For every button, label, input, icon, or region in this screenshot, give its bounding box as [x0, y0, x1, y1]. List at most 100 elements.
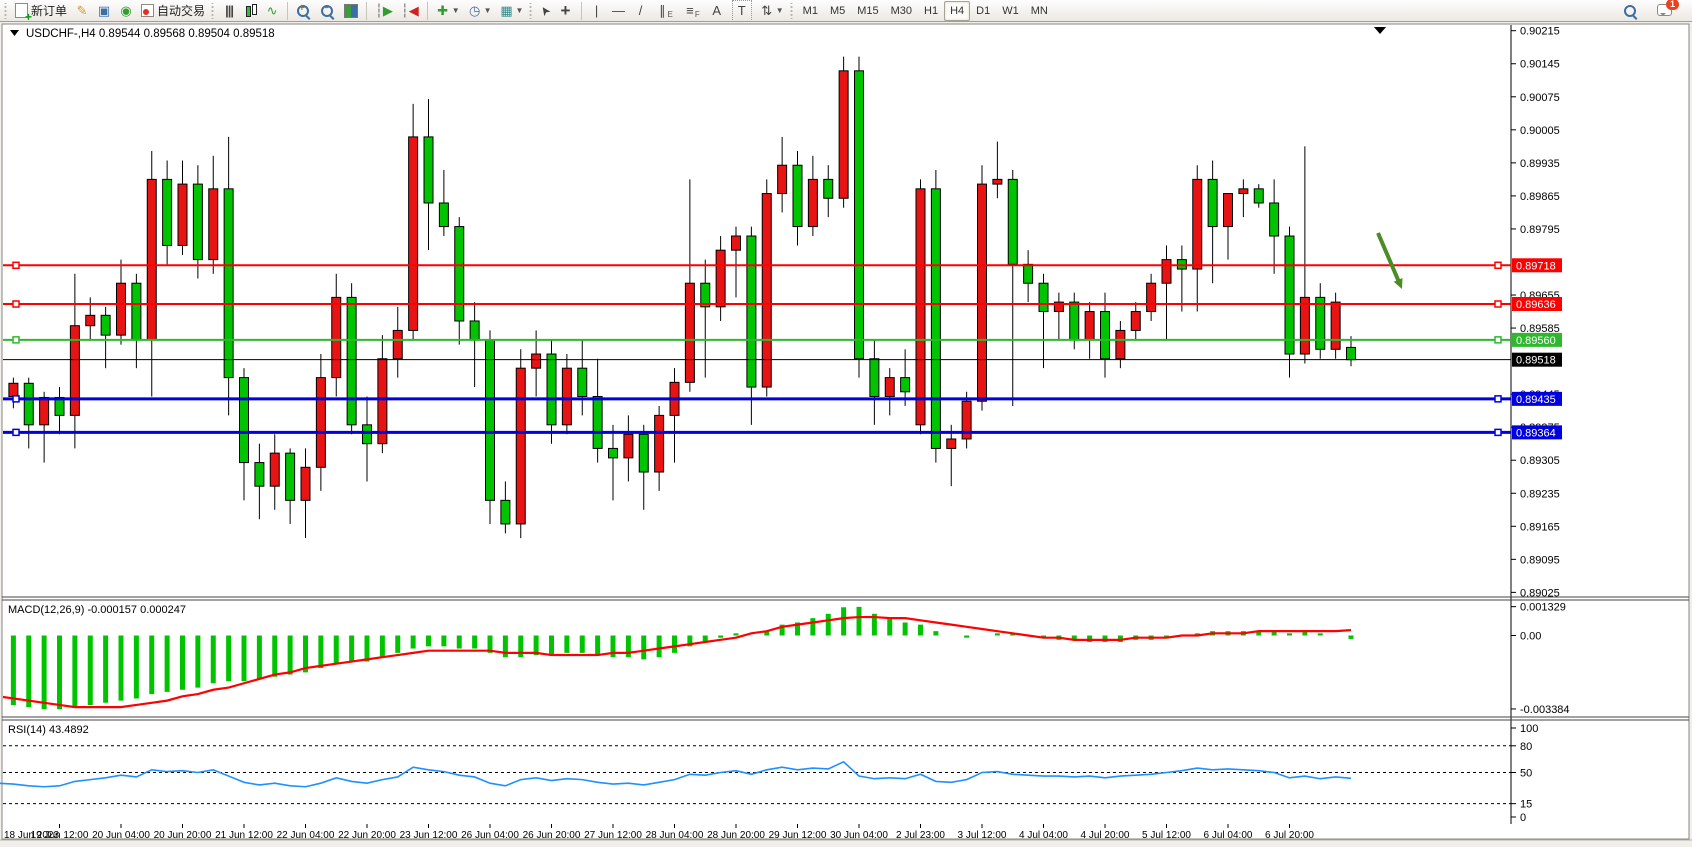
toolbar-grip[interactable] — [528, 3, 533, 19]
timeframe-m1-button[interactable]: M1 — [797, 1, 824, 21]
chart-shift-button[interactable]: ┆◀ — [397, 0, 423, 22]
timeframe-toolbar: M1M5M15M30H1H4D1W1MN — [797, 1, 1054, 21]
autotrading-button[interactable]: 自动交易 — [137, 0, 209, 22]
charts-window-icon: ▣ — [97, 1, 111, 21]
svg-text:0.89235: 0.89235 — [1520, 488, 1560, 500]
svg-text:0.89095: 0.89095 — [1520, 554, 1560, 566]
line-chart-icon: ∿ — [265, 1, 279, 21]
arrows-icon: ⇅ — [760, 1, 774, 21]
svg-text:0.89795: 0.89795 — [1520, 224, 1560, 236]
zoom-out-button[interactable]: − — [316, 0, 340, 22]
chart-window[interactable]: 0.902150.901450.900750.900050.899350.898… — [0, 22, 1692, 847]
chevron-down-icon: ▼ — [484, 6, 492, 15]
auto-scroll-button[interactable]: ┆▶ — [371, 0, 397, 22]
toolbar-grip[interactable] — [210, 3, 215, 19]
svg-text:26 Jun 04:00: 26 Jun 04:00 — [461, 830, 519, 841]
svg-text:20 Jun 20:00: 20 Jun 20:00 — [154, 830, 212, 841]
crosshair-icon: + — [559, 1, 573, 21]
hline-button[interactable]: — — [608, 0, 630, 22]
svg-text:0.89560: 0.89560 — [1516, 335, 1556, 347]
crosshair-button[interactable]: + — [555, 0, 577, 22]
svg-text:15: 15 — [1520, 799, 1532, 811]
svg-text:0.89718: 0.89718 — [1516, 260, 1556, 272]
toolbar-grip[interactable] — [789, 3, 794, 19]
charts-window-button[interactable]: ▣ — [93, 0, 115, 22]
svg-text:100: 100 — [1520, 723, 1538, 735]
autotrading-label: 自动交易 — [157, 2, 205, 19]
search-button[interactable] — [1619, 0, 1643, 22]
timeframe-m15-button[interactable]: M15 — [851, 1, 884, 21]
chevron-down-icon: ▼ — [516, 6, 524, 15]
svg-text:0.90075: 0.90075 — [1520, 92, 1560, 104]
chevron-down-icon: ▼ — [452, 6, 460, 15]
svg-text:29 Jun 12:00: 29 Jun 12:00 — [769, 830, 827, 841]
svg-text:0.89518: 0.89518 — [1516, 355, 1556, 367]
vline-button[interactable]: | — [586, 0, 608, 22]
quotes-button[interactable]: ✎ — [71, 0, 93, 22]
fibonacci-button[interactable]: ≡F — [679, 0, 706, 22]
toolbar-separator — [427, 2, 428, 20]
svg-text:22 Jun 04:00: 22 Jun 04:00 — [277, 830, 335, 841]
trendline-button[interactable]: / — [630, 0, 652, 22]
signals-button[interactable]: ◉ — [115, 0, 137, 22]
toolbar-separator — [581, 2, 582, 20]
svg-text:28 Jun 04:00: 28 Jun 04:00 — [646, 830, 704, 841]
arrows-button[interactable]: ⇅▼ — [756, 0, 788, 22]
cursor-icon: ➤ — [537, 2, 554, 18]
indicators-icon: ✚ — [436, 1, 450, 21]
svg-text:30 Jun 04:00: 30 Jun 04:00 — [830, 830, 888, 841]
horizontal-line-icon: — — [612, 1, 626, 21]
timeframe-mn-button[interactable]: MN — [1025, 1, 1054, 21]
timeframe-d1-button[interactable]: D1 — [970, 1, 996, 21]
svg-text:0.89364: 0.89364 — [1516, 427, 1556, 439]
svg-text:22 Jun 20:00: 22 Jun 20:00 — [338, 830, 396, 841]
bar-chart-button[interactable]: ||| — [218, 0, 240, 22]
toolbar-separator — [366, 2, 367, 20]
main-toolbar: 新订单 ✎ ▣ ◉ 自动交易 ||| ∿ + − ┆▶ ┆◀ ✚▼ ◷▼ ▦▼ … — [0, 0, 1692, 22]
svg-text:0.89435: 0.89435 — [1516, 394, 1556, 406]
bar-chart-icon: ||| — [222, 1, 236, 21]
svg-text:6 Jul 04:00: 6 Jul 04:00 — [1204, 830, 1253, 841]
svg-text:50: 50 — [1520, 768, 1532, 780]
indicators-button[interactable]: ✚▼ — [432, 0, 464, 22]
zoom-in-icon: + — [297, 5, 309, 17]
chart-title: USDCHF-,H4 0.89544 0.89568 0.89504 0.895… — [26, 28, 275, 40]
timeframe-h1-button[interactable]: H1 — [918, 1, 944, 21]
svg-text:0.89025: 0.89025 — [1520, 587, 1560, 599]
zoom-in-button[interactable]: + — [292, 0, 316, 22]
timeframe-m30-button[interactable]: M30 — [885, 1, 918, 21]
svg-text:0.001329: 0.001329 — [1520, 602, 1566, 614]
svg-text:0.89865: 0.89865 — [1520, 191, 1560, 203]
chat-button[interactable]: 1 — [1653, 0, 1676, 22]
zoom-out-icon: − — [321, 5, 333, 17]
rsi-label: RSI(14) 43.4892 — [8, 724, 89, 736]
text-button[interactable]: A — [706, 0, 728, 22]
svg-text:3 Jul 12:00: 3 Jul 12:00 — [958, 830, 1007, 841]
channel-button[interactable]: ∥E — [652, 0, 679, 22]
candlestick-button[interactable] — [240, 0, 261, 22]
toolbar-grip[interactable] — [3, 3, 8, 19]
text-label-button[interactable]: T — [728, 0, 756, 22]
svg-text:0.90145: 0.90145 — [1520, 59, 1560, 71]
timeframe-w1-button[interactable]: W1 — [996, 1, 1025, 21]
svg-text:80: 80 — [1520, 741, 1532, 753]
timeframe-m5-button[interactable]: M5 — [824, 1, 851, 21]
timeframe-h4-button[interactable]: H4 — [944, 1, 970, 21]
svg-text:6 Jul 20:00: 6 Jul 20:00 — [1265, 830, 1314, 841]
new-order-button[interactable]: 新订单 — [11, 0, 71, 22]
cursor-button[interactable]: ➤ — [536, 0, 554, 22]
chevron-down-icon: ▼ — [776, 6, 784, 15]
svg-text:4 Jul 04:00: 4 Jul 04:00 — [1019, 830, 1068, 841]
line-chart-button[interactable]: ∿ — [261, 0, 283, 22]
periods-button[interactable]: ◷▼ — [464, 0, 496, 22]
svg-text:23 Jun 12:00: 23 Jun 12:00 — [400, 830, 458, 841]
templates-button[interactable]: ▦▼ — [496, 0, 528, 22]
svg-text:0.89636: 0.89636 — [1516, 299, 1556, 311]
signals-icon: ◉ — [119, 1, 133, 21]
tile-windows-button[interactable] — [340, 0, 362, 22]
text-icon: A — [710, 1, 724, 21]
clock-icon: ◷ — [468, 1, 482, 21]
svg-text:27 Jun 12:00: 27 Jun 12:00 — [584, 830, 642, 841]
svg-text:20 Jun 04:00: 20 Jun 04:00 — [92, 830, 150, 841]
toolbar-separator — [287, 2, 288, 20]
